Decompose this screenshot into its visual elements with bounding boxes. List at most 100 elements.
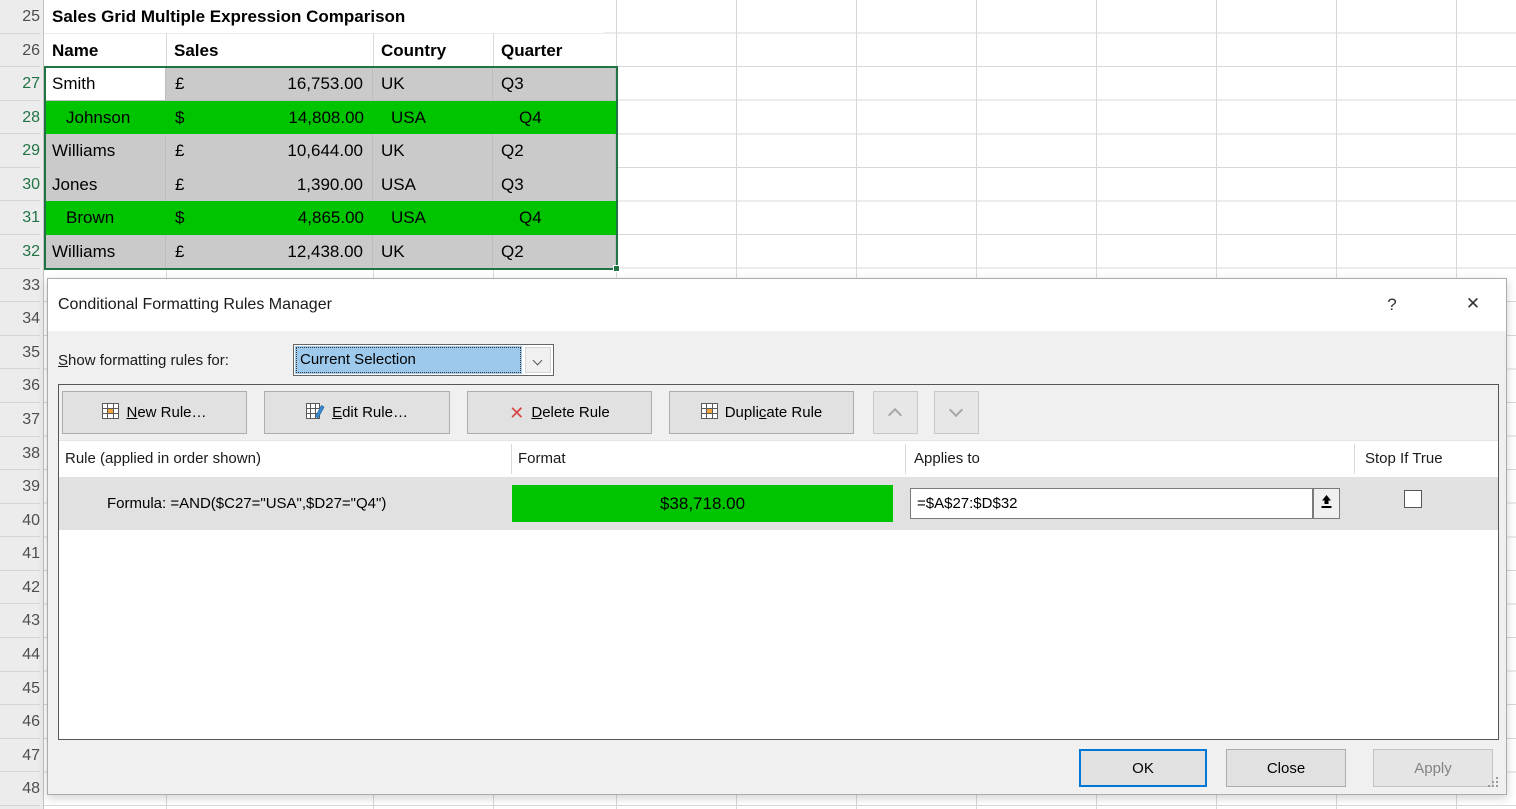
sheet-title-cell[interactable]: Sales Grid Multiple Expression Compariso… xyxy=(44,0,604,33)
dialog-title: Conditional Formatting Rules Manager xyxy=(58,279,332,331)
row-header-44[interactable]: 44 xyxy=(0,638,40,672)
amount: 14,808.00 xyxy=(288,101,364,135)
header-country[interactable]: Country xyxy=(373,34,493,67)
edit-rule-button[interactable]: Edit Rule… xyxy=(264,391,450,434)
cell-sales[interactable]: £16,753.00 xyxy=(166,67,373,101)
column-header-format: Format xyxy=(518,442,566,476)
table-row: Brown $4,865.00 USA Q4 xyxy=(44,201,616,235)
row-header-45[interactable]: 45 xyxy=(0,672,40,706)
cell-quarter[interactable]: Q3 xyxy=(493,67,616,101)
row-header-gutter: 2526272829303132333435363738394041424344… xyxy=(0,0,44,809)
cell-name[interactable]: Smith xyxy=(44,67,166,101)
chevron-down-icon[interactable] xyxy=(525,347,551,373)
row-header-48[interactable]: 48 xyxy=(0,772,40,806)
duplicate-rule-button[interactable]: Duplicate Rule xyxy=(669,391,854,434)
row-header-43[interactable]: 43 xyxy=(0,604,40,638)
chevron-down-icon xyxy=(949,403,963,417)
stop-if-true-checkbox[interactable] xyxy=(1404,490,1422,508)
ok-button[interactable]: OK xyxy=(1079,749,1207,787)
amount: 10,644.00 xyxy=(287,134,363,167)
currency-symbol: £ xyxy=(175,134,184,167)
cell-name[interactable]: Jones xyxy=(44,168,166,202)
cell-name[interactable]: Johnson xyxy=(44,101,166,135)
cell-sales[interactable]: £10,644.00 xyxy=(166,134,373,168)
help-icon[interactable]: ? xyxy=(1378,279,1406,331)
column-separator xyxy=(1354,444,1355,474)
conditional-formatting-rules-manager-dialog: Conditional Formatting Rules Manager ? ✕… xyxy=(47,278,1507,795)
column-header-rule: Rule (applied in order shown) xyxy=(65,442,261,476)
edit-rule-pencil-icon xyxy=(306,403,325,423)
row-header-26[interactable]: 26 xyxy=(0,34,40,68)
new-rule-button[interactable]: New Rule… xyxy=(62,391,247,434)
cell-quarter[interactable]: Q4 xyxy=(493,201,616,235)
row-header-47[interactable]: 47 xyxy=(0,739,40,773)
table-row: Jones £1,390.00 USA Q3 xyxy=(44,168,616,202)
cell-country[interactable]: UK xyxy=(373,235,493,269)
row-header-29[interactable]: 29 xyxy=(0,134,40,168)
resize-grip[interactable] xyxy=(1488,776,1500,788)
cell-name[interactable]: Williams xyxy=(44,134,166,168)
applies-to-input[interactable] xyxy=(910,488,1313,519)
row-header-34[interactable]: 34 xyxy=(0,302,40,336)
cell-country[interactable]: UK xyxy=(373,134,493,168)
close-icon[interactable]: ✕ xyxy=(1456,279,1490,331)
range-selector-icon xyxy=(1320,494,1333,514)
header-quarter[interactable]: Quarter xyxy=(493,34,616,67)
header-sales[interactable]: Sales xyxy=(166,34,373,67)
cell-quarter[interactable]: Q2 xyxy=(493,235,616,269)
dialog-titlebar[interactable]: Conditional Formatting Rules Manager ? ✕ xyxy=(48,279,1506,331)
cell-sales[interactable]: $4,865.00 xyxy=(166,201,373,235)
table-row: Williams £12,438.00 UK Q2 xyxy=(44,235,616,269)
rules-list: New Rule… Edit Rule… ✕ Delete Rule Dupli… xyxy=(58,384,1499,740)
row-header-28[interactable]: 28 xyxy=(0,101,40,135)
row-header-46[interactable]: 46 xyxy=(0,705,40,739)
cell-country[interactable]: USA xyxy=(373,168,493,202)
apply-button[interactable]: Apply xyxy=(1373,749,1493,787)
cell-sales[interactable]: $14,808.00 xyxy=(166,101,373,135)
row-header-30[interactable]: 30 xyxy=(0,168,40,202)
cell-quarter[interactable]: Q4 xyxy=(493,101,616,135)
table-row: Smith £16,753.00 UK Q3 xyxy=(44,67,616,101)
row-header-32[interactable]: 32 xyxy=(0,235,40,269)
chevron-up-icon xyxy=(888,408,902,422)
row-header-35[interactable]: 35 xyxy=(0,336,40,370)
header-name[interactable]: Name xyxy=(44,34,166,67)
close-button[interactable]: Close xyxy=(1226,749,1346,787)
cell-country[interactable]: UK xyxy=(373,67,493,101)
row-header-33[interactable]: 33 xyxy=(0,269,40,303)
row-header-39[interactable]: 39 xyxy=(0,470,40,504)
cell-sales[interactable]: £1,390.00 xyxy=(166,168,373,202)
row-header-37[interactable]: 37 xyxy=(0,403,40,437)
amount: 4,865.00 xyxy=(298,201,364,235)
column-header-applies-to: Applies to xyxy=(914,442,980,476)
row-header-31[interactable]: 31 xyxy=(0,201,40,235)
row-header-40[interactable]: 40 xyxy=(0,504,40,538)
amount: 12,438.00 xyxy=(287,235,363,268)
table-body: Smith £16,753.00 UK Q3 Johnson $14,808.0… xyxy=(44,67,616,268)
row-header-41[interactable]: 41 xyxy=(0,537,40,571)
cell-sales[interactable]: £12,438.00 xyxy=(166,235,373,269)
column-header-stop-if-true: Stop If True xyxy=(1365,442,1443,476)
cell-name[interactable]: Williams xyxy=(44,235,166,269)
amount: 16,753.00 xyxy=(287,67,363,100)
row-header-27[interactable]: 27 xyxy=(0,67,40,101)
cell-name[interactable]: Brown xyxy=(44,201,166,235)
move-rule-down-button[interactable] xyxy=(934,391,979,434)
move-rule-up-button[interactable] xyxy=(873,391,918,434)
cell-quarter[interactable]: Q3 xyxy=(493,168,616,202)
row-header-42[interactable]: 42 xyxy=(0,571,40,605)
row-header-36[interactable]: 36 xyxy=(0,369,40,403)
rule-row[interactable]: Formula: =AND($C27="USA",$D27="Q4") $38,… xyxy=(59,477,1498,530)
currency-symbol: £ xyxy=(175,67,184,100)
delete-rule-button[interactable]: ✕ Delete Rule xyxy=(467,391,652,434)
collapse-range-selector-button[interactable] xyxy=(1313,488,1340,519)
cell-quarter[interactable]: Q2 xyxy=(493,134,616,168)
cell-country[interactable]: USA xyxy=(373,101,493,135)
delete-x-icon: ✕ xyxy=(509,404,524,422)
cell-country[interactable]: USA xyxy=(373,201,493,235)
row-header-38[interactable]: 38 xyxy=(0,437,40,471)
row-header-25[interactable]: 25 xyxy=(0,0,40,34)
currency-symbol: $ xyxy=(175,201,184,235)
currency-symbol: $ xyxy=(175,101,184,135)
show-rules-dropdown[interactable]: Current Selection xyxy=(293,344,554,376)
